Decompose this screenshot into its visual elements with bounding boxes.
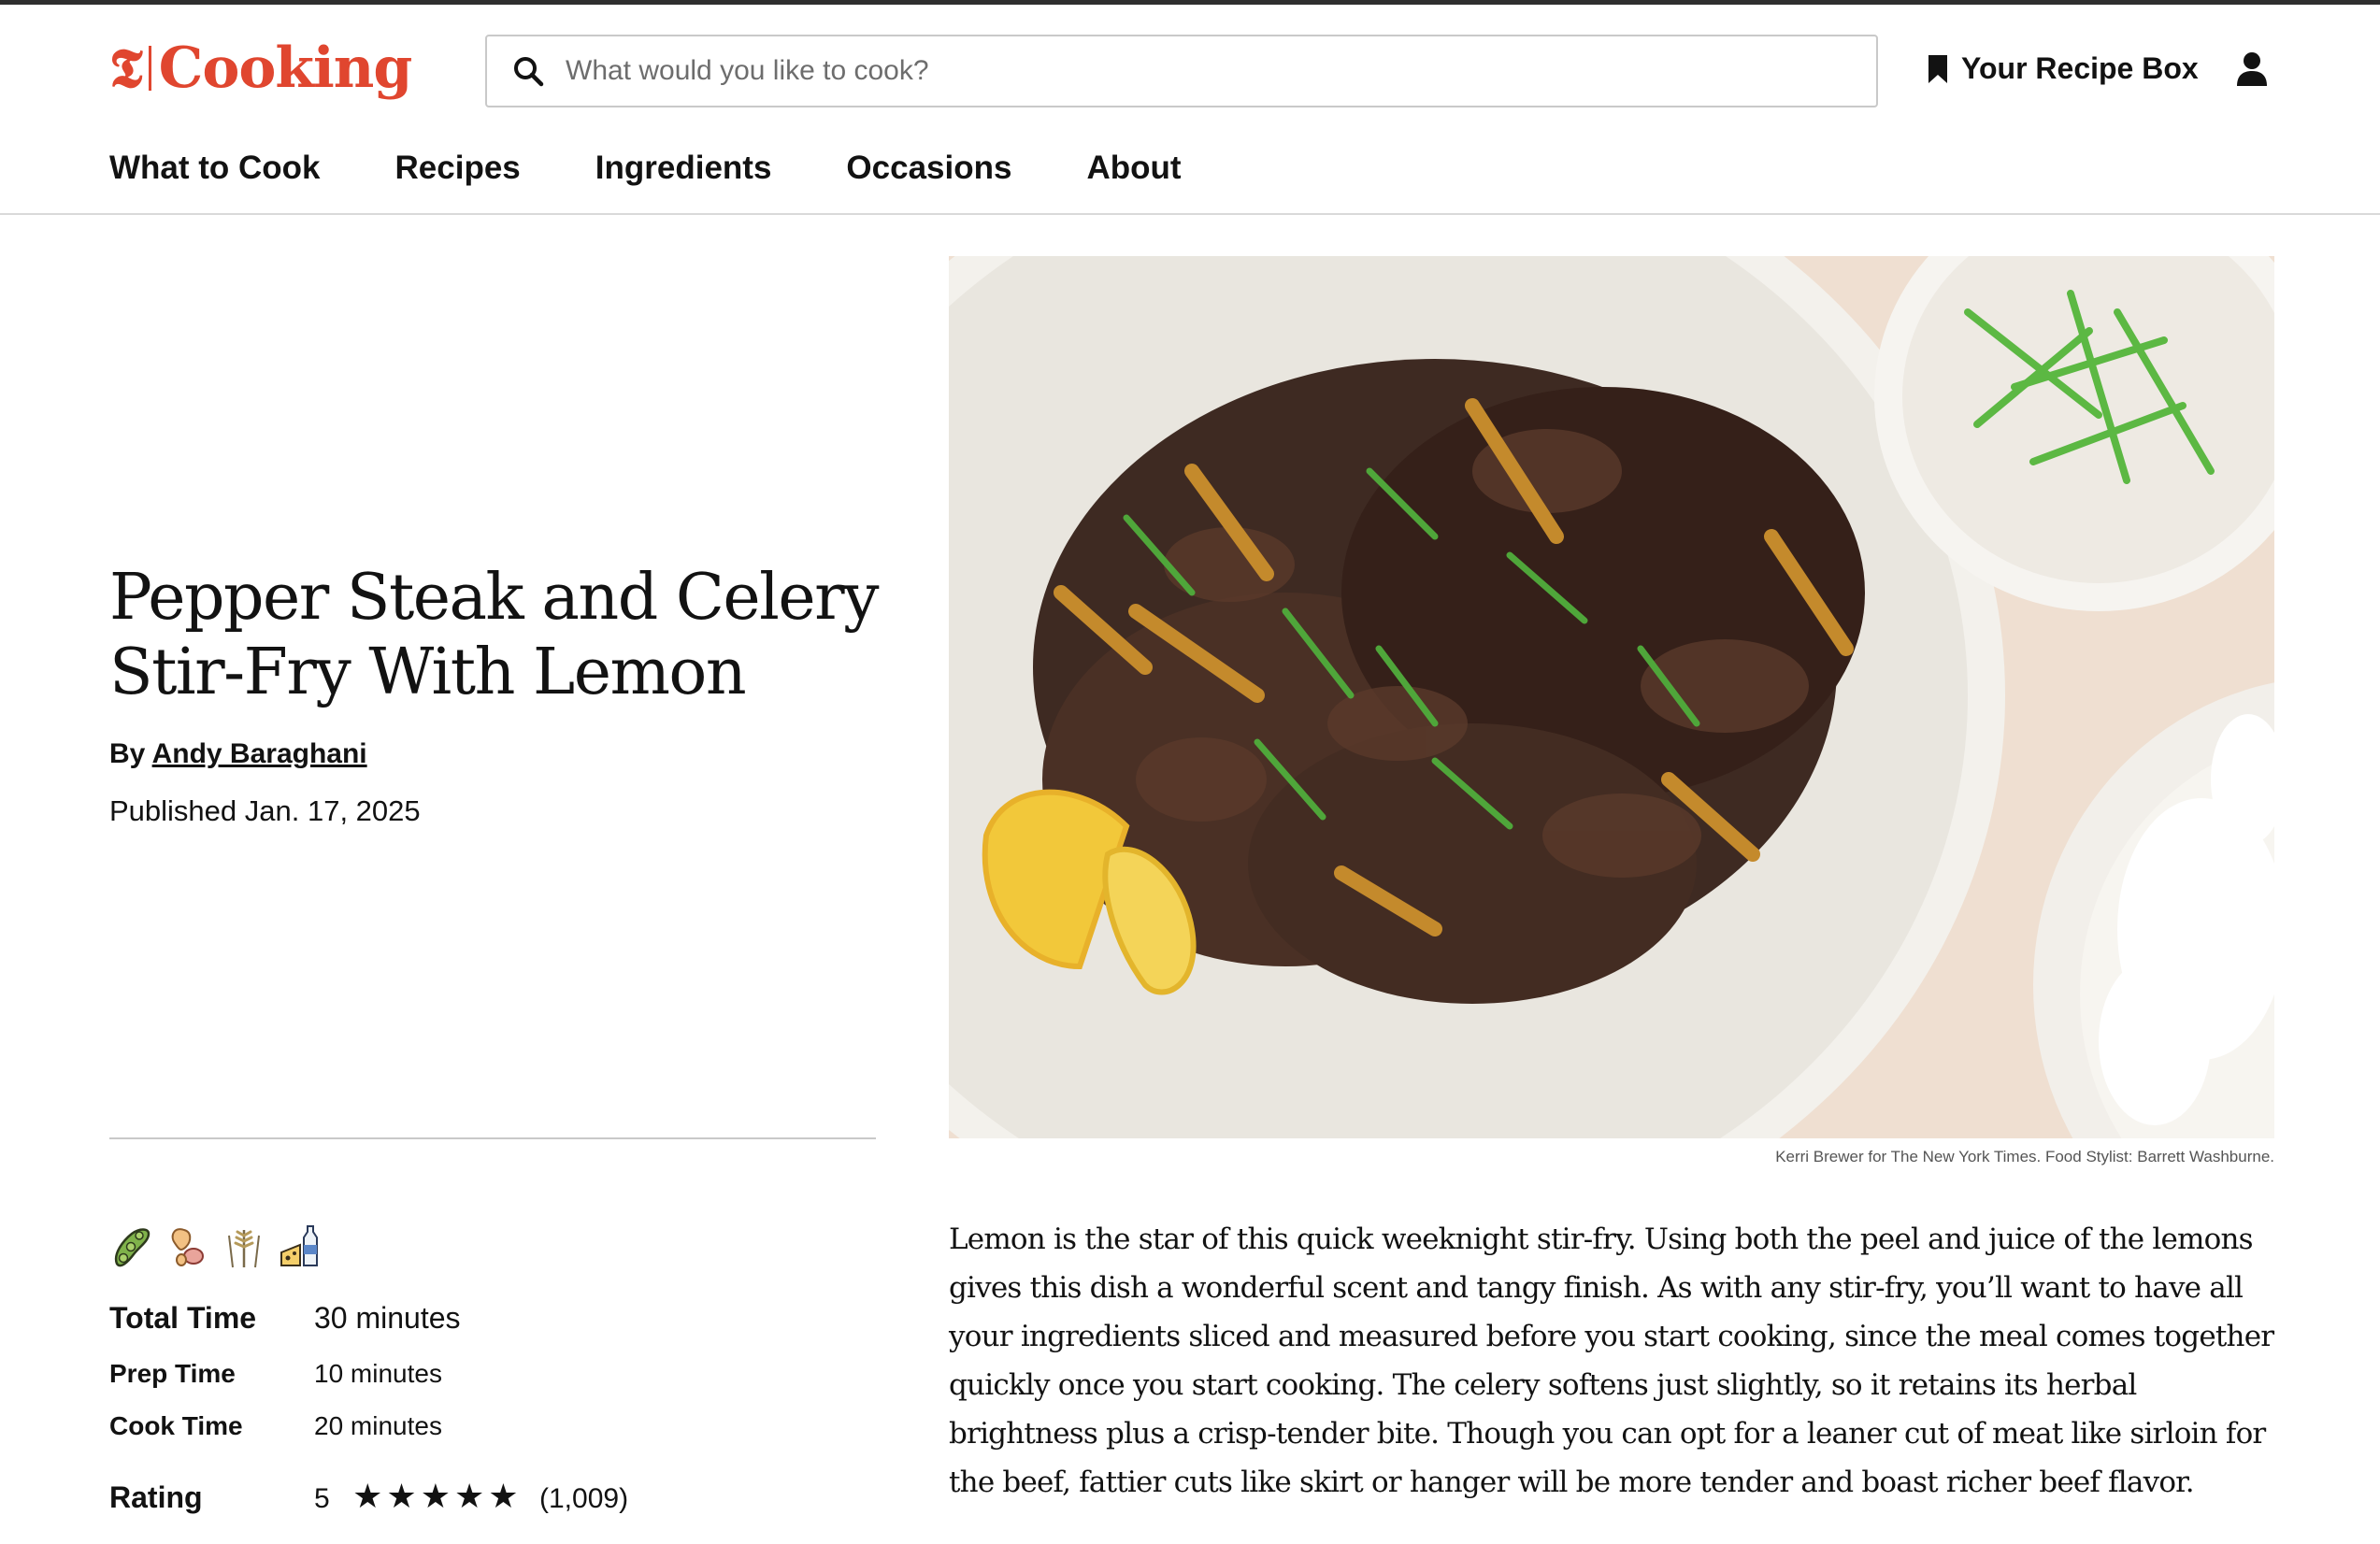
total-time-value: 30 minutes xyxy=(314,1301,461,1335)
nav-item-ingredients[interactable]: Ingredients xyxy=(595,150,772,187)
recipe-box-label: Your Recipe Box xyxy=(1961,51,2199,85)
dairy-free-icon xyxy=(280,1225,318,1266)
recipe-photo xyxy=(949,256,2274,1138)
photo-credit: Kerri Brewer for The New York Times. Foo… xyxy=(1775,1148,2274,1165)
author-link[interactable]: Andy Baraghani xyxy=(152,738,367,769)
account-icon[interactable] xyxy=(2235,51,2269,87)
recipe-title: Pepper Steak and Celery Stir-Fry With Le… xyxy=(109,561,880,709)
nav-item-what-to-cook[interactable]: What to Cook xyxy=(109,150,321,187)
search-input[interactable] xyxy=(566,55,1856,87)
total-time-label: Total Time xyxy=(109,1301,257,1335)
rating-value-group: 5 ★ ★ ★ ★ ★ (1,009) xyxy=(314,1480,628,1515)
rating-value: 5 xyxy=(314,1483,330,1514)
star-icon[interactable]: ★ xyxy=(454,1480,484,1514)
byline-prefix: By xyxy=(109,738,146,769)
rating-row: Rating 5 ★ ★ ★ ★ ★ (1,009) xyxy=(109,1480,628,1515)
nyt-t-logo-icon: 𝕿 xyxy=(109,36,143,100)
rating-stars[interactable]: ★ ★ ★ ★ ★ xyxy=(352,1480,522,1514)
soy-free-icon xyxy=(114,1228,151,1267)
dietary-icons xyxy=(109,1222,334,1271)
nut-free-icon xyxy=(171,1228,204,1266)
search-icon xyxy=(514,57,544,87)
star-icon[interactable]: ★ xyxy=(488,1480,518,1514)
cook-time-value: 20 minutes xyxy=(314,1411,442,1440)
cook-time-row: Cook Time 20 minutes xyxy=(109,1411,442,1441)
published-date: Published Jan. 17, 2025 xyxy=(109,794,421,827)
recipe-description: Lemon is the star of this quick weeknigh… xyxy=(949,1222,2274,1499)
logo-divider xyxy=(148,46,151,91)
nav-item-recipes[interactable]: Recipes xyxy=(395,150,521,187)
star-icon[interactable]: ★ xyxy=(386,1480,416,1514)
nyt-cooking-logo[interactable]: 𝕿 Cooking xyxy=(109,35,413,102)
total-time-row: Total Time 30 minutes xyxy=(109,1301,461,1336)
bookmark-icon xyxy=(1928,54,1947,83)
star-icon[interactable]: ★ xyxy=(421,1480,451,1514)
main-nav: What to Cook Recipes Ingredients Occasio… xyxy=(109,150,1256,187)
byline: By Andy Baraghani xyxy=(109,738,367,770)
prep-time-value: 10 minutes xyxy=(314,1359,442,1388)
nav-item-occasions[interactable]: Occasions xyxy=(846,150,1011,187)
site-header: 𝕿 Cooking Your Recipe Box What to Cook R… xyxy=(0,5,2380,215)
cook-time-label: Cook Time xyxy=(109,1411,243,1440)
rating-count[interactable]: (1,009) xyxy=(539,1483,628,1514)
section-divider xyxy=(109,1137,876,1139)
nav-item-about[interactable]: About xyxy=(1086,150,1181,187)
logo-wordmark: Cooking xyxy=(158,36,413,101)
rating-label: Rating xyxy=(109,1480,203,1514)
gluten-free-icon xyxy=(228,1230,260,1268)
star-icon[interactable]: ★ xyxy=(352,1480,382,1514)
search-bar[interactable] xyxy=(485,35,1878,107)
recipe-box-link[interactable]: Your Recipe Box xyxy=(1928,51,2199,86)
prep-time-row: Prep Time 10 minutes xyxy=(109,1359,442,1389)
prep-time-label: Prep Time xyxy=(109,1359,236,1388)
